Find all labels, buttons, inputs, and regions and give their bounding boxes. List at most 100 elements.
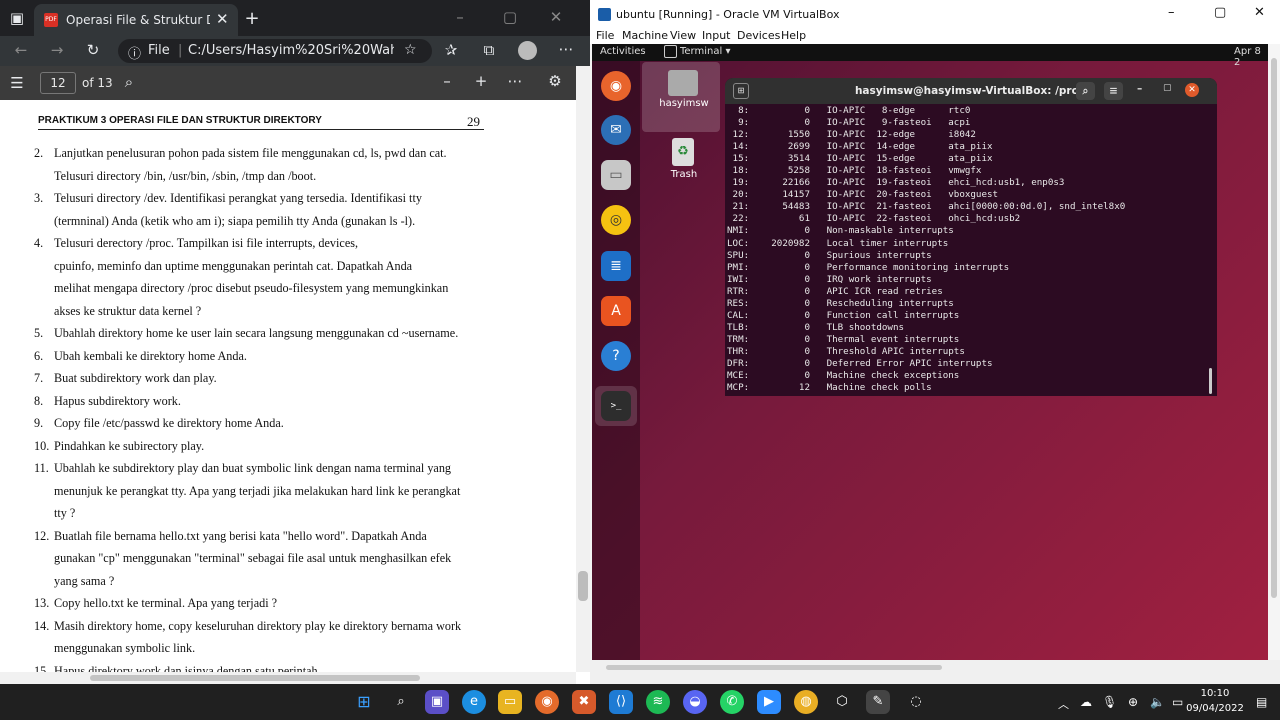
home-folder-icon[interactable] bbox=[668, 70, 698, 96]
terminal-close-icon[interactable]: ✕ bbox=[1185, 83, 1199, 97]
terminal-scrollbar[interactable] bbox=[1209, 368, 1212, 394]
firefox-icon[interactable]: ◉ bbox=[601, 71, 631, 101]
menu-view[interactable]: View bbox=[670, 29, 696, 42]
gnome-top-bar: Activities Terminal ▾ Apr 8 2 bbox=[592, 44, 1268, 68]
activities-button[interactable]: Activities bbox=[600, 46, 646, 57]
virtualbox-taskbar-icon[interactable]: ⬡ bbox=[830, 690, 854, 714]
info-icon[interactable]: ⓘ bbox=[128, 43, 141, 62]
tab-actions-icon[interactable]: ▣ bbox=[8, 9, 26, 27]
exercise-line: Copy file /etc/passwd ke direktory home … bbox=[54, 416, 284, 430]
new-tab-icon[interactable]: + bbox=[242, 8, 262, 29]
chrome-icon[interactable]: ◍ bbox=[794, 690, 818, 714]
vbox-vscroll-thumb[interactable] bbox=[1271, 58, 1277, 598]
discord-icon[interactable]: ◒ bbox=[683, 690, 707, 714]
vbox-minimize-icon[interactable]: – bbox=[1168, 5, 1175, 20]
edge-window: ▣ PDF Operasi File & Struktur Direktori … bbox=[0, 0, 590, 684]
menu-machine[interactable]: Machine bbox=[622, 29, 668, 42]
maximize-icon[interactable]: ▢ bbox=[500, 8, 520, 26]
more-menu-icon[interactable]: ⋯ bbox=[556, 40, 576, 58]
new-tab-icon[interactable]: ⊞ bbox=[733, 83, 749, 99]
pdf-page: PRAKTIKUM 3 OPERASI FILE DAN STRUKTUR DI… bbox=[0, 100, 576, 672]
terminal-icon[interactable]: >_ bbox=[601, 391, 631, 421]
hscroll-thumb[interactable] bbox=[90, 675, 420, 681]
zoom-out-icon[interactable]: – bbox=[438, 72, 456, 90]
collections-icon[interactable]: ⧉ bbox=[480, 41, 498, 59]
cloud-icon[interactable]: ☁ bbox=[1080, 695, 1092, 709]
taskbar-time[interactable]: 10:10 bbox=[1190, 688, 1240, 699]
menu-devices[interactable]: Devices bbox=[737, 29, 780, 42]
profile-avatar[interactable] bbox=[518, 41, 537, 60]
pdf-more-icon[interactable]: ⋯ bbox=[506, 72, 524, 90]
tray-chevron-icon[interactable]: ︿ bbox=[1058, 696, 1069, 712]
pdf-toolbar: ☰ 12 of 13 ⌕ – + ⋯ ⚙ bbox=[0, 66, 576, 100]
files-icon[interactable]: ▭ bbox=[601, 160, 631, 190]
exercise-line: yang sama ? bbox=[54, 573, 115, 588]
edge-icon[interactable]: e bbox=[462, 690, 486, 714]
zoom-icon[interactable]: ▶ bbox=[757, 690, 781, 714]
back-icon[interactable]: ← bbox=[12, 41, 30, 59]
file-explorer-icon[interactable]: ▭ bbox=[498, 690, 522, 714]
vbox-hscroll-thumb[interactable] bbox=[606, 665, 942, 670]
terminal-menu-icon[interactable]: ≡ bbox=[1104, 82, 1123, 100]
close-window-icon[interactable]: ✕ bbox=[546, 8, 566, 26]
vbox-vertical-scrollbar[interactable] bbox=[1268, 44, 1280, 660]
app-menu[interactable]: Terminal ▾ bbox=[680, 46, 730, 57]
favorite-icon[interactable]: ☆ bbox=[404, 42, 417, 58]
exercise-number: 6. bbox=[34, 348, 44, 363]
spotify-icon[interactable]: ≋ bbox=[646, 690, 670, 714]
speaker-icon[interactable]: 🔈 bbox=[1150, 695, 1165, 709]
scroll-thumb[interactable] bbox=[578, 571, 588, 601]
zoom-in-icon[interactable]: + bbox=[472, 72, 490, 90]
whatsapp-icon[interactable]: ✆ bbox=[720, 690, 744, 714]
taskbar-date[interactable]: 09/04/2022 bbox=[1180, 703, 1250, 714]
xampp-icon[interactable]: ✖ bbox=[572, 690, 596, 714]
pdf-vertical-scrollbar[interactable] bbox=[576, 66, 590, 672]
edge-tab-active[interactable]: PDF Operasi File & Struktur Direktori ✕ bbox=[34, 4, 238, 36]
help-icon[interactable]: ? bbox=[601, 341, 631, 371]
mic-icon[interactable]: 🎙 bbox=[1102, 695, 1117, 709]
firefox-icon[interactable]: ◉ bbox=[535, 690, 559, 714]
menu-input[interactable]: Input bbox=[702, 29, 730, 42]
close-tab-icon[interactable]: ✕ bbox=[216, 10, 229, 28]
forward-icon[interactable]: → bbox=[48, 41, 66, 59]
pdf-settings-icon[interactable]: ⚙ bbox=[546, 72, 564, 90]
vscode-icon[interactable]: ⟨⟩ bbox=[609, 690, 633, 714]
software-icon[interactable]: A bbox=[601, 296, 631, 326]
language-icon[interactable]: ⊕ bbox=[1128, 695, 1138, 709]
vbox-maximize-icon[interactable]: ▢ bbox=[1214, 5, 1226, 20]
paint-icon[interactable]: ✎ bbox=[866, 690, 890, 714]
obs-icon[interactable]: ◌ bbox=[904, 690, 928, 714]
page-total: of 13 bbox=[82, 76, 113, 90]
favorites-icon[interactable]: ✰ bbox=[442, 41, 460, 59]
refresh-icon[interactable]: ↻ bbox=[84, 41, 102, 59]
terminal-output[interactable]: 8: 0 IO-APIC 8-edge rtc0 9: 0 IO-APIC 9-… bbox=[727, 105, 1215, 395]
search-icon[interactable]: ⌕ bbox=[389, 690, 413, 714]
exercise-number: 14. bbox=[34, 618, 50, 633]
terminal-minimize-icon[interactable]: – bbox=[1137, 83, 1142, 95]
menu-file[interactable]: File bbox=[596, 29, 614, 42]
notification-icon[interactable]: ▤ bbox=[1256, 695, 1267, 709]
guest-display[interactable]: Activities Terminal ▾ Apr 8 2 ◉ ✉ ▭ ◎ ≣ … bbox=[592, 44, 1268, 660]
teams-chat-icon[interactable]: ▣ bbox=[425, 690, 449, 714]
url-field[interactable]: ⓘ File | C:/Users/Hasyim%20Sri%20Wahyudi… bbox=[118, 39, 432, 63]
terminal-search-icon[interactable]: ⌕ bbox=[1076, 82, 1095, 100]
clock[interactable]: Apr 8 2 bbox=[1234, 46, 1268, 68]
terminal-window[interactable]: ⊞ hasyimsw@hasyimsw-VirtualBox: /proc ⌕ … bbox=[725, 78, 1217, 396]
thunderbird-icon[interactable]: ✉ bbox=[601, 115, 631, 145]
libreoffice-writer-icon[interactable]: ≣ bbox=[601, 251, 631, 281]
rhythmbox-icon[interactable]: ◎ bbox=[601, 205, 631, 235]
menu-help[interactable]: Help bbox=[781, 29, 806, 42]
start-icon[interactable]: ⊞ bbox=[352, 690, 376, 714]
exercise-number: 8. bbox=[34, 393, 44, 408]
pdf-horizontal-scrollbar[interactable] bbox=[0, 672, 576, 684]
exercise-number: 12. bbox=[34, 528, 50, 543]
search-icon[interactable]: ⌕ bbox=[120, 73, 138, 91]
vbox-close-icon[interactable]: ✕ bbox=[1254, 5, 1265, 20]
minimize-icon[interactable]: – bbox=[450, 8, 470, 26]
terminal-line: NMI: 0 Non-maskable interrupts bbox=[727, 225, 954, 237]
trash-icon[interactable]: ♻ bbox=[672, 138, 694, 166]
terminal-maximize-icon[interactable]: ▢ bbox=[1163, 83, 1172, 93]
page-number-input[interactable]: 12 bbox=[40, 72, 76, 94]
vbox-menu-bar: File Machine View Input Devices Help bbox=[590, 28, 1280, 44]
contents-icon[interactable]: ☰ bbox=[8, 74, 26, 92]
